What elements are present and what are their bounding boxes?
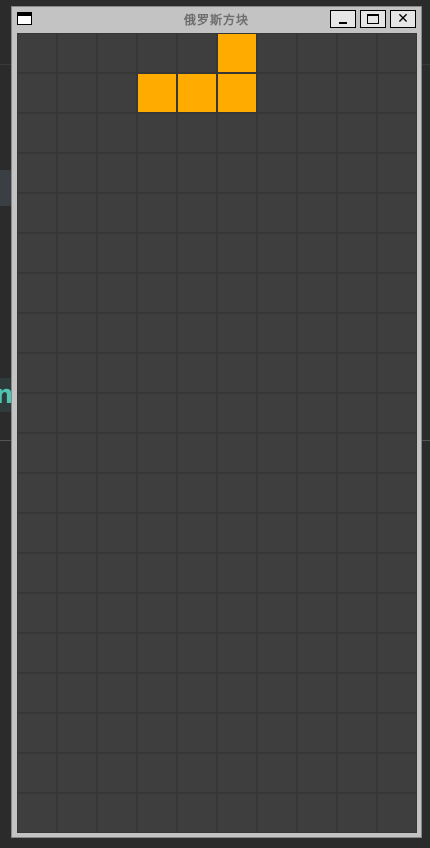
tetromino-block [178,74,216,112]
title-bar[interactable]: 俄罗斯方块 ✕ [12,7,421,31]
minimize-button[interactable] [330,10,356,28]
tetromino-block [138,74,176,112]
tetromino-block [218,34,256,72]
game-window: 俄罗斯方块 ✕ [11,6,422,838]
board-grid [17,33,417,833]
close-icon: ✕ [397,11,409,27]
game-board[interactable] [17,33,417,833]
close-button[interactable]: ✕ [390,10,416,28]
tetromino-block [218,74,256,112]
maximize-button[interactable] [360,10,386,28]
